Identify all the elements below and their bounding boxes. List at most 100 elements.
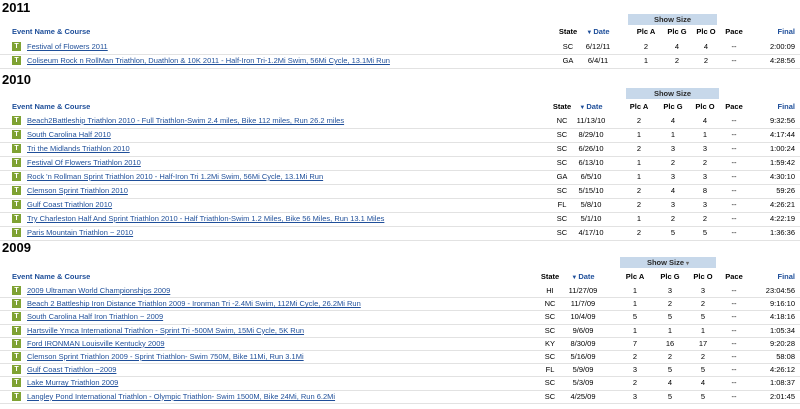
column-header-plc-o[interactable]: Plc O bbox=[693, 271, 712, 282]
event-link[interactable]: South Carolina Half 2010 bbox=[27, 129, 111, 141]
plc-a-cell: 2 bbox=[636, 186, 642, 195]
plc-g-cell: 5 bbox=[667, 391, 673, 401]
event-link[interactable]: South Carolina Half Iron Triathlon ~ 200… bbox=[27, 311, 163, 323]
event-link[interactable]: Festival Of Flowers Triathlon 2010 bbox=[27, 157, 141, 169]
event-link[interactable]: Clemson Sprint Triathlon 2009 - Sprint T… bbox=[27, 351, 304, 363]
date-cell: 11/27/09 bbox=[568, 286, 598, 295]
event-link[interactable]: Gulf Coast Triathlon ~2009 bbox=[27, 364, 116, 376]
state-cell: SC bbox=[556, 130, 568, 139]
pace-cell: -- bbox=[731, 352, 737, 361]
column-header-event[interactable]: Event Name & Course bbox=[12, 26, 90, 37]
state-cell: SC bbox=[544, 378, 556, 388]
date-cell: 6/12/11 bbox=[585, 42, 611, 51]
year-heading: 2009 bbox=[2, 240, 31, 255]
column-header-plc-g[interactable]: Plc G bbox=[660, 271, 679, 282]
event-link[interactable]: Try Charleston Half And Sprint Triathlon… bbox=[27, 213, 384, 225]
event-link[interactable]: Hartsville Ymca International Triathlon … bbox=[27, 325, 304, 337]
column-header-final[interactable]: Final bbox=[777, 101, 795, 112]
event-link[interactable]: Beach 2 Battleship Iron Distance Triathl… bbox=[27, 298, 361, 310]
table-row: T South Carolina Half 2010 SC 8/29/10 1 1 1 -- 4… bbox=[0, 129, 800, 141]
event-link[interactable]: Festival of Flowers 2011 bbox=[27, 41, 108, 53]
column-header-plc-o[interactable]: Plc O bbox=[695, 101, 714, 112]
final-time-cell: 2:00:09 bbox=[769, 42, 795, 51]
event-link[interactable]: Clemson Sprint Triathlon 2010 bbox=[27, 185, 128, 197]
date-cell: 5/3/09 bbox=[572, 378, 594, 388]
year-heading: 2011 bbox=[2, 0, 31, 15]
event-link[interactable]: Rock 'n Rollman Sprint Triathlon 2010 - … bbox=[27, 171, 323, 183]
column-header-plc-g[interactable]: Plc G bbox=[667, 26, 686, 37]
column-header-event[interactable]: Event Name & Course bbox=[12, 271, 90, 282]
plc-o-cell: 5 bbox=[700, 312, 706, 322]
plc-a-cell: 1 bbox=[636, 172, 642, 181]
event-link[interactable]: Ford IRONMAN Louisville Kentucky 2009 bbox=[27, 338, 165, 350]
column-header-state[interactable]: State bbox=[559, 26, 577, 37]
column-header-date[interactable]: ▼Date bbox=[579, 101, 602, 114]
column-header-final[interactable]: Final bbox=[777, 271, 795, 282]
final-time-cell: 4:18:16 bbox=[769, 312, 795, 322]
show-size-button[interactable]: Show Size bbox=[628, 14, 717, 25]
date-cell: 6/4/11 bbox=[587, 56, 609, 65]
plc-g-cell: 2 bbox=[667, 299, 673, 309]
plc-g-cell: 5 bbox=[667, 312, 673, 322]
final-time-cell: 2:01:45 bbox=[769, 391, 795, 401]
plc-o-cell: 2 bbox=[702, 158, 708, 167]
event-link[interactable]: Gulf Coast Triathlon 2010 bbox=[27, 199, 112, 211]
show-size-button[interactable]: Show Size bbox=[626, 88, 719, 99]
plc-a-cell: 1 bbox=[643, 56, 649, 65]
final-time-cell: 59:26 bbox=[776, 186, 795, 195]
column-header-plc-a[interactable]: Plc A bbox=[637, 26, 655, 37]
column-header-pace[interactable]: Pace bbox=[725, 271, 743, 282]
column-header-event[interactable]: Event Name & Course bbox=[12, 101, 90, 112]
event-link[interactable]: Langley Pond International Triathlon - O… bbox=[27, 391, 335, 403]
pace-cell: -- bbox=[731, 325, 737, 335]
row-divider bbox=[0, 240, 800, 241]
plc-g-cell: 4 bbox=[670, 186, 676, 195]
column-header-final[interactable]: Final bbox=[777, 26, 795, 37]
plc-o-cell: 3 bbox=[702, 172, 708, 181]
plc-o-cell: 2 bbox=[702, 214, 708, 223]
table-row: T Rock 'n Rollman Sprint Triathlon 2010 -… bbox=[0, 171, 800, 183]
show-size-button[interactable]: Show Size ▾ bbox=[620, 257, 716, 268]
plc-g-cell: 5 bbox=[670, 228, 676, 237]
column-header-plc-a[interactable]: Plc A bbox=[626, 271, 644, 282]
event-link[interactable]: Lake Murray Triathlon 2009 bbox=[27, 377, 118, 389]
state-cell: SC bbox=[544, 325, 556, 335]
pace-cell: -- bbox=[731, 42, 737, 51]
date-cell: 5/16/09 bbox=[570, 352, 596, 361]
plc-g-cell: 3 bbox=[670, 172, 676, 181]
pace-cell: -- bbox=[731, 186, 737, 195]
date-cell: 5/1/10 bbox=[580, 214, 602, 223]
final-time-cell: 4:28:56 bbox=[769, 56, 795, 65]
date-cell: 6/5/10 bbox=[580, 172, 602, 181]
event-link[interactable]: Tri the Midlands Triathlon 2010 bbox=[27, 143, 130, 155]
table-row: T Clemson Sprint Triathlon 2009 - Sprint … bbox=[0, 351, 800, 363]
column-header-state[interactable]: State bbox=[553, 101, 571, 112]
column-header-plc-o[interactable]: Plc O bbox=[696, 26, 715, 37]
column-header-date[interactable]: ▼Date bbox=[571, 271, 594, 284]
triathlon-type-icon: T bbox=[12, 56, 21, 65]
column-header-date[interactable]: ▼Date bbox=[586, 26, 609, 39]
table-row: T Beach 2 Battleship Iron Distance Triath… bbox=[0, 298, 800, 310]
plc-o-cell: 4 bbox=[700, 378, 706, 388]
plc-a-cell: 7 bbox=[632, 338, 638, 348]
event-link[interactable]: Beach2Battleship Triathlon 2010 - Full T… bbox=[27, 115, 344, 127]
plc-o-cell: 2 bbox=[700, 299, 706, 309]
column-header-pace[interactable]: Pace bbox=[725, 26, 743, 37]
pace-cell: -- bbox=[731, 286, 737, 295]
state-cell: FL bbox=[545, 365, 555, 375]
pace-cell: -- bbox=[731, 214, 737, 223]
column-header-plc-g[interactable]: Plc G bbox=[663, 101, 682, 112]
date-cell: 9/6/09 bbox=[572, 325, 594, 335]
table-row: T Gulf Coast Triathlon 2010 FL 5/8/10 2 3 3 -- 4… bbox=[0, 199, 800, 211]
show-size-label: Show Size bbox=[653, 89, 692, 98]
event-link[interactable]: Coliseum Rock n RollMan Triathlon, Duath… bbox=[27, 55, 390, 67]
plc-g-cell: 3 bbox=[667, 286, 673, 295]
triathlon-type-icon: T bbox=[12, 214, 21, 223]
column-header-state[interactable]: State bbox=[541, 271, 559, 282]
column-header-pace[interactable]: Pace bbox=[725, 101, 743, 112]
pace-cell: -- bbox=[731, 144, 737, 153]
plc-a-cell: 1 bbox=[636, 214, 642, 223]
column-header-plc-a[interactable]: Plc A bbox=[630, 101, 648, 112]
event-link[interactable]: 2009 Ultraman World Championships 2009 bbox=[27, 285, 170, 297]
event-link[interactable]: Paris Mountain Triathlon ~ 2010 bbox=[27, 227, 133, 239]
